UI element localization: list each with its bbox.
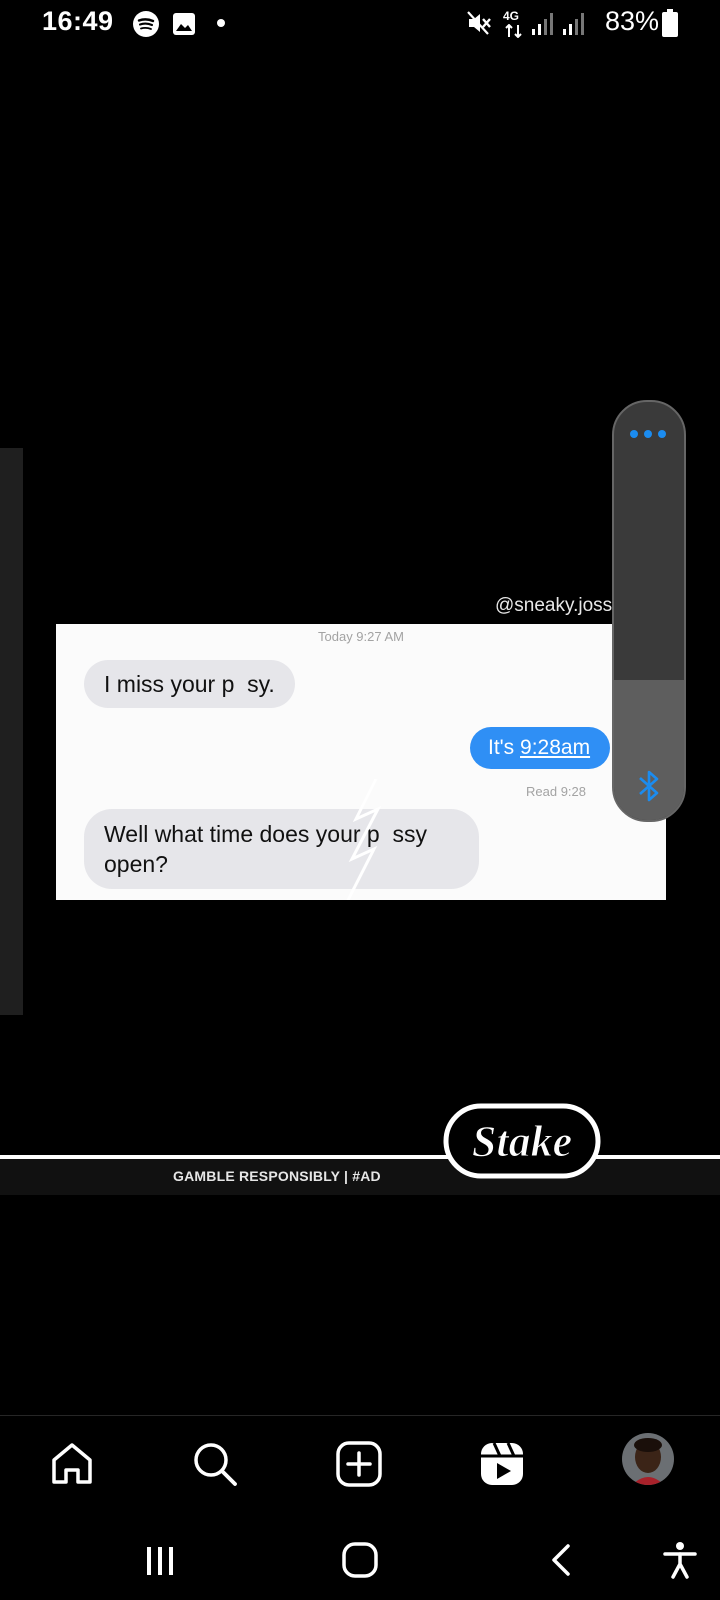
back-button[interactable] [532, 1530, 592, 1590]
search-icon [194, 1443, 237, 1486]
status-time: 16:49 [42, 6, 114, 36]
stake-logo: Stake [443, 1103, 601, 1179]
scribble-overlay [346, 779, 382, 900]
back-icon [552, 1544, 570, 1576]
recents-button[interactable] [130, 1530, 190, 1590]
system-nav [0, 1516, 720, 1600]
message-date: Today 9:27 AM [318, 629, 404, 644]
mute-icon [467, 11, 491, 35]
search-button[interactable] [185, 1434, 245, 1494]
gallery-icon [173, 13, 195, 35]
side-story-edge[interactable] [0, 448, 23, 1015]
4g-icon: 4G [503, 9, 525, 39]
status-bar: 16:49 4G 83% [0, 0, 720, 48]
signal-icon [563, 13, 584, 35]
home-nav-icon [342, 1542, 378, 1578]
bottom-nav [0, 1416, 720, 1516]
profile-avatar[interactable] [622, 1433, 674, 1485]
battery-percent: 83% [605, 6, 660, 36]
home-nav-button[interactable] [330, 1530, 390, 1590]
incoming-message-bubble: Well what time does your p ssy open? [84, 809, 479, 889]
time-link: 9:28am [520, 736, 591, 759]
outgoing-message-bubble: It's 9:28am [470, 727, 611, 769]
spotify-icon [133, 11, 159, 37]
reels-button[interactable] [472, 1434, 532, 1494]
avatar-image [622, 1433, 674, 1485]
svg-text:Stake: Stake [472, 1117, 572, 1166]
watermark-username: @sneaky.joss [495, 595, 613, 616]
outgoing-message-text: It's [488, 736, 521, 759]
bluetooth-icon[interactable] [634, 768, 664, 804]
volume-panel[interactable] [612, 400, 686, 822]
incoming-message-bubble: I miss your p sy. [84, 660, 295, 708]
accessibility-icon [663, 1542, 697, 1579]
home-button[interactable] [42, 1434, 102, 1494]
create-button[interactable] [329, 1434, 389, 1494]
notification-dot [217, 19, 225, 27]
more-options-icon[interactable] [630, 430, 670, 440]
reels-icon [481, 1442, 523, 1485]
signal-icon [532, 13, 553, 35]
message-screenshot: Today 9:27 AM I miss your p sy. It's 9:2… [56, 624, 666, 900]
accessibility-button[interactable] [650, 1530, 710, 1590]
recents-icon [147, 1547, 173, 1575]
create-icon [336, 1441, 382, 1487]
read-receipt: Read 9:28 [526, 784, 586, 799]
battery-icon [662, 9, 678, 37]
gamble-responsibly-text: GAMBLE RESPONSIBLY | #AD [173, 1168, 381, 1184]
home-icon [52, 1443, 92, 1484]
